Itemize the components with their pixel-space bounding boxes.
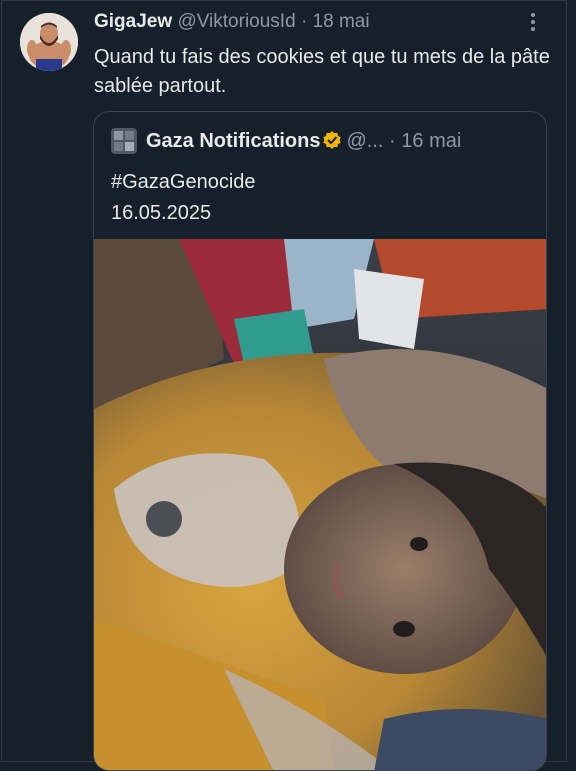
- verified-badge-icon: [322, 130, 342, 156]
- separator-dot: ·: [300, 11, 308, 32]
- quoted-tweet-date[interactable]: 16 mai: [401, 130, 461, 152]
- tweet-header: GigaJew @ViktoriousId · 18 mai: [94, 10, 370, 34]
- hashtag-link[interactable]: #GazaGenocide: [111, 167, 256, 198]
- quoted-separator-dot: ·: [389, 130, 396, 152]
- quoted-tweet-text: #GazaGenocide 16.05.2025: [111, 167, 256, 229]
- quoted-author-name[interactable]: Gaza Notifications: [146, 130, 320, 152]
- tweet-date[interactable]: 18 mai: [313, 11, 370, 32]
- quoted-author-avatar[interactable]: [111, 128, 137, 154]
- tweet-text: Quand tu fais des cookies et que tu mets…: [94, 46, 550, 97]
- quoted-tweet-header: Gaza Notifications @... · 16 mai: [146, 129, 461, 156]
- author-avatar[interactable]: [20, 13, 78, 71]
- quoted-tweet-photo[interactable]: [94, 239, 546, 770]
- quoted-tweet[interactable]: Gaza Notifications @... · 16 mai #GazaGen…: [93, 111, 547, 771]
- author-name[interactable]: GigaJew: [94, 11, 172, 32]
- quoted-date-line: 16.05.2025: [111, 202, 212, 224]
- author-handle[interactable]: @ViktoriousId: [177, 11, 295, 32]
- quoted-author-handle[interactable]: @...: [346, 130, 383, 152]
- more-options-icon[interactable]: [528, 12, 538, 32]
